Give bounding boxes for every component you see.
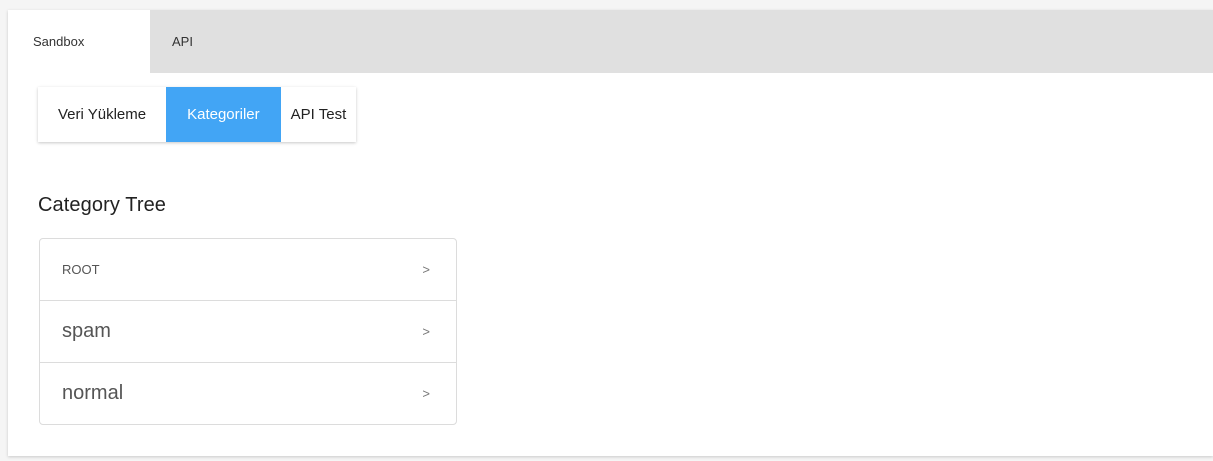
tree-row-root[interactable]: ROOT > (40, 239, 456, 300)
category-tree-list: ROOT > spam > normal > (39, 238, 457, 425)
main-card: Sandbox API Veri Yükleme Kategoriler API… (8, 10, 1213, 456)
tree-row-normal[interactable]: normal > (40, 362, 456, 424)
sub-tab-bar: Veri Yükleme Kategoriler API Test (38, 87, 357, 142)
chevron-right-icon: > (422, 262, 430, 277)
category-tree-title: Category Tree (38, 194, 167, 216)
tab-veri-yukleme[interactable]: Veri Yükleme (38, 87, 166, 142)
tree-row-label: spam (62, 320, 111, 342)
top-tab-bar: Sandbox API (8, 10, 1213, 73)
tree-row-label: ROOT (62, 262, 100, 277)
tree-row-spam[interactable]: spam > (40, 300, 456, 362)
tree-row-label: normal (62, 382, 124, 404)
chevron-right-icon: > (422, 324, 430, 339)
tab-api[interactable]: API (172, 10, 232, 73)
chevron-right-icon: > (422, 386, 430, 401)
tab-kategoriler[interactable]: Kategoriler (166, 87, 281, 142)
tab-sandbox[interactable]: Sandbox (8, 10, 150, 73)
tab-api-test[interactable]: API Test (281, 87, 357, 142)
